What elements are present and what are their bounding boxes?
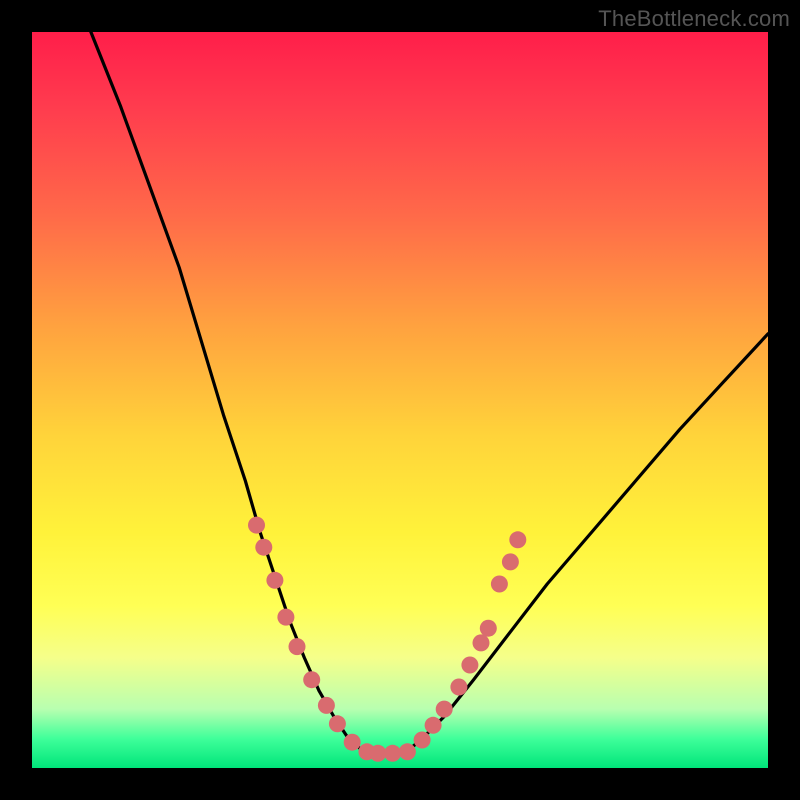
bottleneck-curve-svg	[32, 32, 768, 768]
curve-marker	[329, 715, 346, 732]
curve-marker	[509, 531, 526, 548]
curve-marker	[461, 657, 478, 674]
curve-marker	[384, 745, 401, 762]
curve-marker	[436, 701, 453, 718]
curve-marker	[248, 517, 265, 534]
watermark-text: TheBottleneck.com	[598, 6, 790, 32]
curve-markers	[248, 517, 526, 762]
chart-plot-area	[32, 32, 768, 768]
bottleneck-curve-path	[91, 32, 768, 753]
curve-marker	[289, 638, 306, 655]
curve-marker	[425, 717, 442, 734]
curve-marker	[318, 697, 335, 714]
curve-marker	[277, 609, 294, 626]
curve-marker	[369, 745, 386, 762]
curve-marker	[480, 620, 497, 637]
curve-marker	[450, 679, 467, 696]
curve-marker	[414, 732, 431, 749]
curve-marker	[266, 572, 283, 589]
curve-marker	[399, 743, 416, 760]
curve-marker	[502, 553, 519, 570]
chart-frame: TheBottleneck.com	[0, 0, 800, 800]
curve-marker	[344, 734, 361, 751]
curve-marker	[473, 634, 490, 651]
curve-marker	[303, 671, 320, 688]
curve-marker	[255, 539, 272, 556]
curve-marker	[491, 576, 508, 593]
